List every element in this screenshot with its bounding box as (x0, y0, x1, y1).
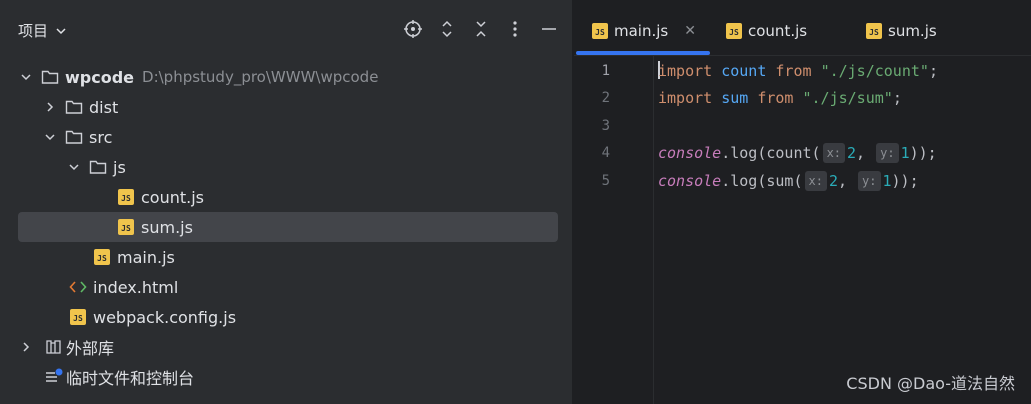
project-panel-header: 项目 (0, 0, 573, 60)
tree-item-label: sum.js (141, 217, 193, 237)
tree-item-label: js (113, 157, 126, 177)
javascript-file-icon: JS (866, 23, 882, 39)
library-icon (44, 338, 64, 356)
line-number-gutter: 1 2 3 4 5 (574, 56, 654, 404)
tree-item-label: main.js (117, 247, 175, 267)
tree-item-index-html[interactable]: index.html (18, 272, 558, 302)
code-line-4[interactable]: console.log(count(x: 2, y: 1)); (658, 139, 937, 167)
hide-panel-button[interactable] (539, 18, 559, 40)
html-file-icon (68, 278, 88, 296)
tree-item-label: count.js (141, 187, 205, 207)
collapse-icon (476, 21, 486, 37)
line-number: 4 (601, 145, 610, 161)
folder-icon (64, 128, 84, 146)
parameter-hint: y: (876, 143, 899, 163)
tab-label: main.js (614, 22, 669, 40)
project-panel: 项目 wpcode D:\phpstudy_pro\WWW\wpcode dis… (0, 0, 573, 404)
locate-file-button[interactable] (403, 18, 423, 40)
code-line-2[interactable]: import sum from "./js/sum"; (658, 84, 902, 112)
code-line-5[interactable]: console.log(sum(x: 2, y: 1)); (658, 167, 919, 195)
tab-label: count.js (748, 22, 808, 40)
line-number: 5 (601, 173, 610, 189)
tree-item-scratches-and-consoles[interactable]: 临时文件和控制台 (18, 362, 558, 392)
crosshair-icon (404, 20, 422, 38)
chevron-down-icon (56, 27, 66, 34)
tree-item-label: dist (89, 97, 119, 117)
line-number: 2 (601, 90, 610, 106)
tree-item-count-js[interactable]: JS count.js (18, 182, 558, 212)
tree-item-main-js[interactable]: JS main.js (18, 242, 558, 272)
tree-item-dist[interactable]: dist (18, 92, 558, 122)
parameter-hint: x: (804, 171, 827, 191)
javascript-file-icon: JS (116, 218, 136, 236)
javascript-file-icon: JS (68, 308, 88, 326)
code-editor: JS main.js ✕ JS count.js JS sum.js 1 2 3… (574, 0, 1031, 404)
tree-item-sum-js[interactable]: JS sum.js (18, 212, 558, 242)
scratches-icon (44, 368, 64, 386)
chevron-down-icon[interactable] (66, 159, 82, 175)
project-view-selector[interactable]: 项目 (18, 20, 68, 41)
panel-toolbar (403, 18, 559, 40)
folder-icon (64, 98, 84, 116)
tab-main-js[interactable]: JS main.js ✕ (592, 18, 696, 44)
expand-icon (442, 20, 452, 38)
tab-count-js[interactable]: JS count.js (726, 18, 807, 44)
tree-item-label: src (89, 127, 113, 147)
tree-item-webpack-config-js[interactable]: JS webpack.config.js (18, 302, 558, 332)
close-icon[interactable]: ✕ (684, 23, 696, 39)
chevron-right-icon[interactable] (42, 99, 58, 115)
more-vertical-icon (513, 21, 517, 37)
chevron-right-icon[interactable] (18, 339, 34, 355)
chevron-down-icon[interactable] (42, 129, 58, 145)
minimize-icon (542, 28, 556, 30)
chevron-down-icon[interactable] (18, 69, 34, 85)
tab-label: sum.js (888, 22, 937, 40)
active-tab-indicator (576, 51, 710, 55)
folder-icon (40, 68, 60, 86)
line-number: 3 (601, 118, 610, 134)
tree-item-label: webpack.config.js (93, 307, 237, 327)
tab-sum-js[interactable]: JS sum.js (866, 18, 937, 44)
project-view-title: 项目 (18, 22, 49, 40)
parameter-hint: y: (858, 171, 881, 191)
folder-icon (88, 158, 108, 176)
tree-item-label: 外部库 (66, 339, 115, 358)
project-path: D:\phpstudy_pro\WWW\wpcode (142, 68, 379, 86)
options-button[interactable] (505, 18, 525, 40)
javascript-file-icon: JS (592, 23, 608, 39)
javascript-file-icon: JS (92, 248, 112, 266)
tree-item-external-libraries[interactable]: 外部库 (18, 332, 558, 362)
watermark: CSDN @Dao-道法自然 (846, 374, 1015, 393)
tree-item-label: wpcode (65, 67, 135, 87)
expand-all-button[interactable] (437, 18, 457, 40)
tree-item-src[interactable]: src (18, 122, 558, 152)
javascript-file-icon: JS (726, 23, 742, 39)
editor-tab-bar: JS main.js ✕ JS count.js JS sum.js (574, 0, 1031, 56)
line-number: 1 (601, 63, 610, 79)
collapse-all-button[interactable] (471, 18, 491, 40)
tree-item-js[interactable]: js (18, 152, 558, 182)
tree-item-wpcode[interactable]: wpcode D:\phpstudy_pro\WWW\wpcode (18, 62, 558, 92)
javascript-file-icon: JS (116, 188, 136, 206)
parameter-hint: x: (822, 143, 846, 163)
code-line-1[interactable]: import count from "./js/count"; (658, 57, 938, 85)
tree-item-label: 临时文件和控制台 (66, 369, 195, 388)
tree-item-label: index.html (93, 277, 179, 297)
